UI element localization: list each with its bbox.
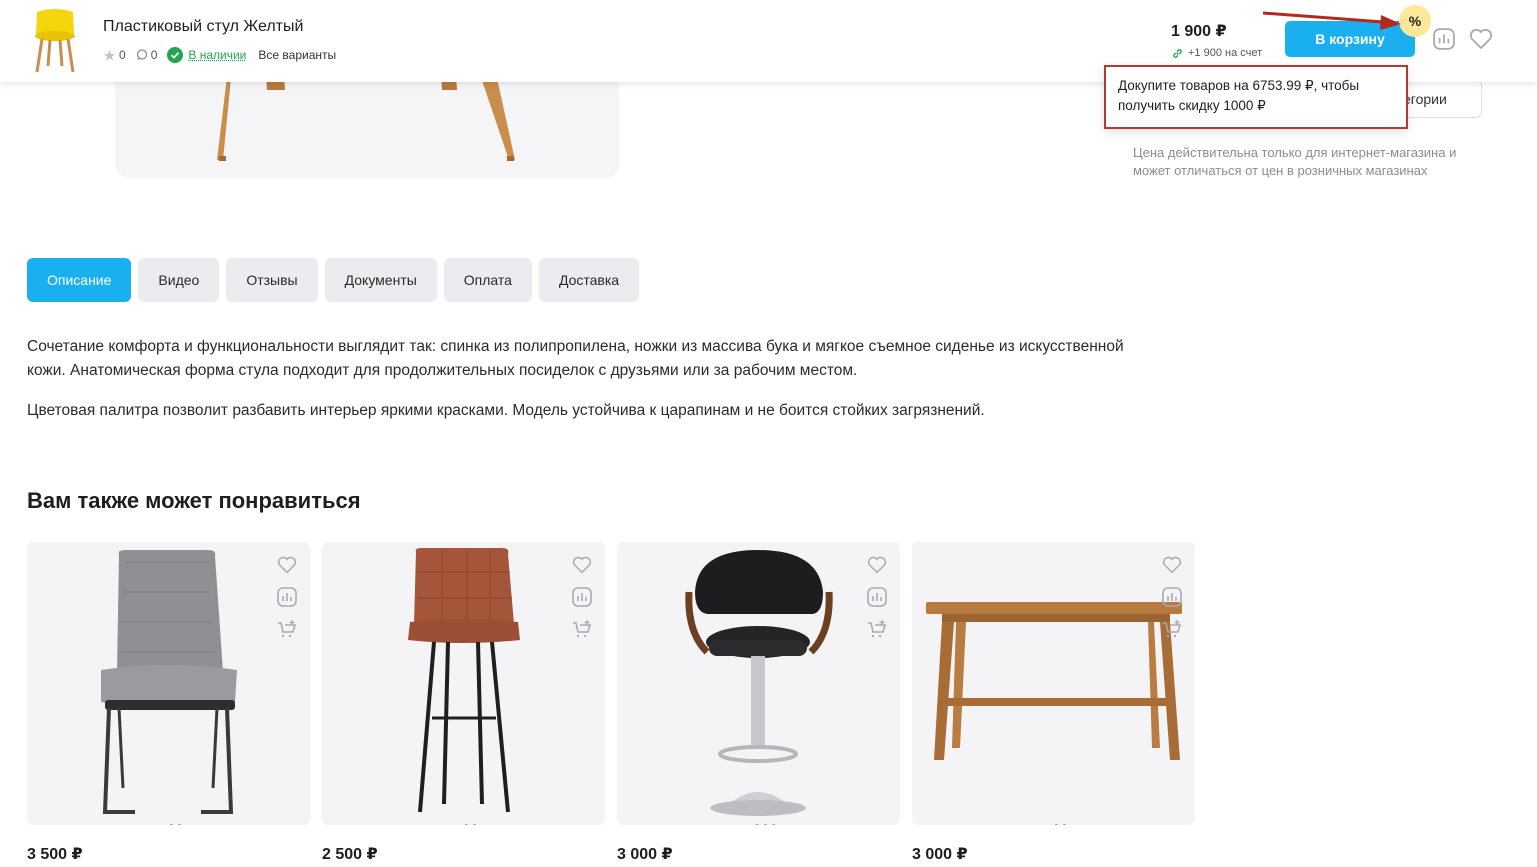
favorite-heart-icon[interactable] — [1469, 28, 1493, 50]
cart-add-icon[interactable] — [866, 618, 888, 640]
product-meta: 0 0 В наличии Все варианты — [103, 47, 336, 63]
product-price: 3 000 ₽ — [617, 846, 673, 863]
stock-status: В наличии — [167, 47, 246, 63]
tab-payment[interactable]: Оплата — [443, 258, 532, 302]
rating-count: 0 — [119, 48, 126, 62]
product-price: 1 900 ₽ — [1171, 23, 1227, 40]
annotation-arrow-icon — [1262, 11, 1401, 30]
compare-icon[interactable] — [276, 586, 298, 608]
favorite-heart-icon[interactable] — [1161, 554, 1183, 576]
link-icon — [1173, 48, 1182, 58]
all-variants-link[interactable]: Все варианты — [258, 48, 336, 62]
image-pager-dots[interactable]: ▬ ▪ ▪ — [450, 821, 478, 825]
favorite-heart-icon[interactable] — [276, 554, 298, 576]
product-description: Сочетание комфорта и функциональности вы… — [27, 335, 1127, 439]
cart-add-icon[interactable] — [276, 618, 298, 640]
card-actions — [866, 554, 888, 640]
product-thumbnail[interactable] — [30, 8, 80, 74]
check-circle-icon — [167, 47, 184, 63]
comments-count: 0 — [150, 48, 158, 62]
star-icon — [104, 49, 115, 60]
tab-video[interactable]: Видео — [138, 258, 220, 302]
recommendations-grid: ▬ ▪ ▪ 3 500 ₽ — [27, 542, 1195, 867]
description-paragraph: Сочетание комфорта и функциональности вы… — [27, 338, 1124, 379]
cart-add-icon[interactable] — [571, 618, 593, 640]
favorite-heart-icon[interactable] — [571, 554, 593, 576]
bonus-info: +1 900 на счет — [1172, 47, 1262, 59]
product-price: 3 000 ₽ — [912, 846, 968, 863]
rating[interactable]: 0 — [103, 48, 126, 62]
image-pager-dots[interactable]: ▬ ▪ ▪ ▪ — [741, 821, 777, 825]
comments[interactable]: 0 — [136, 48, 158, 62]
product-card[interactable]: ▬ ▪ ▪ 3 500 ₽ — [27, 542, 310, 867]
recommendations-title: Вам также может понравиться — [27, 488, 361, 513]
product-image[interactable]: ▬ ▪ ▪ — [912, 542, 1195, 825]
bonus-text: +1 900 на счет — [1188, 47, 1263, 59]
product-price: 2 500 ₽ — [322, 846, 378, 863]
price-disclaimer: Цена действительна только для интернет-м… — [1133, 145, 1457, 178]
card-actions — [571, 554, 593, 640]
comment-icon — [136, 49, 147, 60]
description-paragraph: Цветовая палитра позволит разбавить инте… — [27, 402, 985, 419]
card-actions — [276, 554, 298, 640]
product-image[interactable]: ▬ ▪ ▪ — [322, 542, 605, 825]
image-pager-dots[interactable]: ▬ ▪ ▪ — [1040, 821, 1068, 825]
product-image[interactable]: ▬ ▪ ▪ ▪ — [617, 542, 900, 825]
cart-add-icon[interactable] — [1161, 618, 1183, 640]
availability-label[interactable]: В наличии — [188, 48, 246, 62]
product-image[interactable]: ▬ ▪ ▪ — [27, 542, 310, 825]
product-title: Пластиковый стул Желтый — [103, 18, 304, 35]
tab-reviews[interactable]: Отзывы — [226, 258, 318, 302]
tab-delivery[interactable]: Доставка — [538, 258, 640, 302]
tab-description[interactable]: Описание — [27, 258, 132, 302]
image-pager-dots[interactable]: ▬ ▪ ▪ — [155, 821, 183, 825]
product-tabs: Описание Видео Отзывы Документы Оплата Д… — [27, 258, 640, 302]
product-card[interactable]: ▬ ▪ ▪ 2 500 ₽ — [322, 542, 605, 867]
product-card[interactable]: ▬ ▪ ▪ 3 000 ₽ — [912, 542, 1195, 867]
compare-icon[interactable] — [1433, 28, 1455, 50]
card-actions — [1161, 554, 1183, 640]
tab-documents[interactable]: Документы — [324, 258, 437, 302]
compare-icon[interactable] — [571, 586, 593, 608]
discount-tooltip: Докупите товаров на 6753.99 ₽, чтобы пол… — [1104, 65, 1408, 129]
product-card[interactable]: ▬ ▪ ▪ ▪ 3 000 ₽ — [617, 542, 900, 867]
favorite-heart-icon[interactable] — [866, 554, 888, 576]
product-price: 3 500 ₽ — [27, 846, 83, 863]
compare-icon[interactable] — [1161, 586, 1183, 608]
category-button-label: егории — [1403, 91, 1447, 107]
compare-icon[interactable] — [866, 586, 888, 608]
